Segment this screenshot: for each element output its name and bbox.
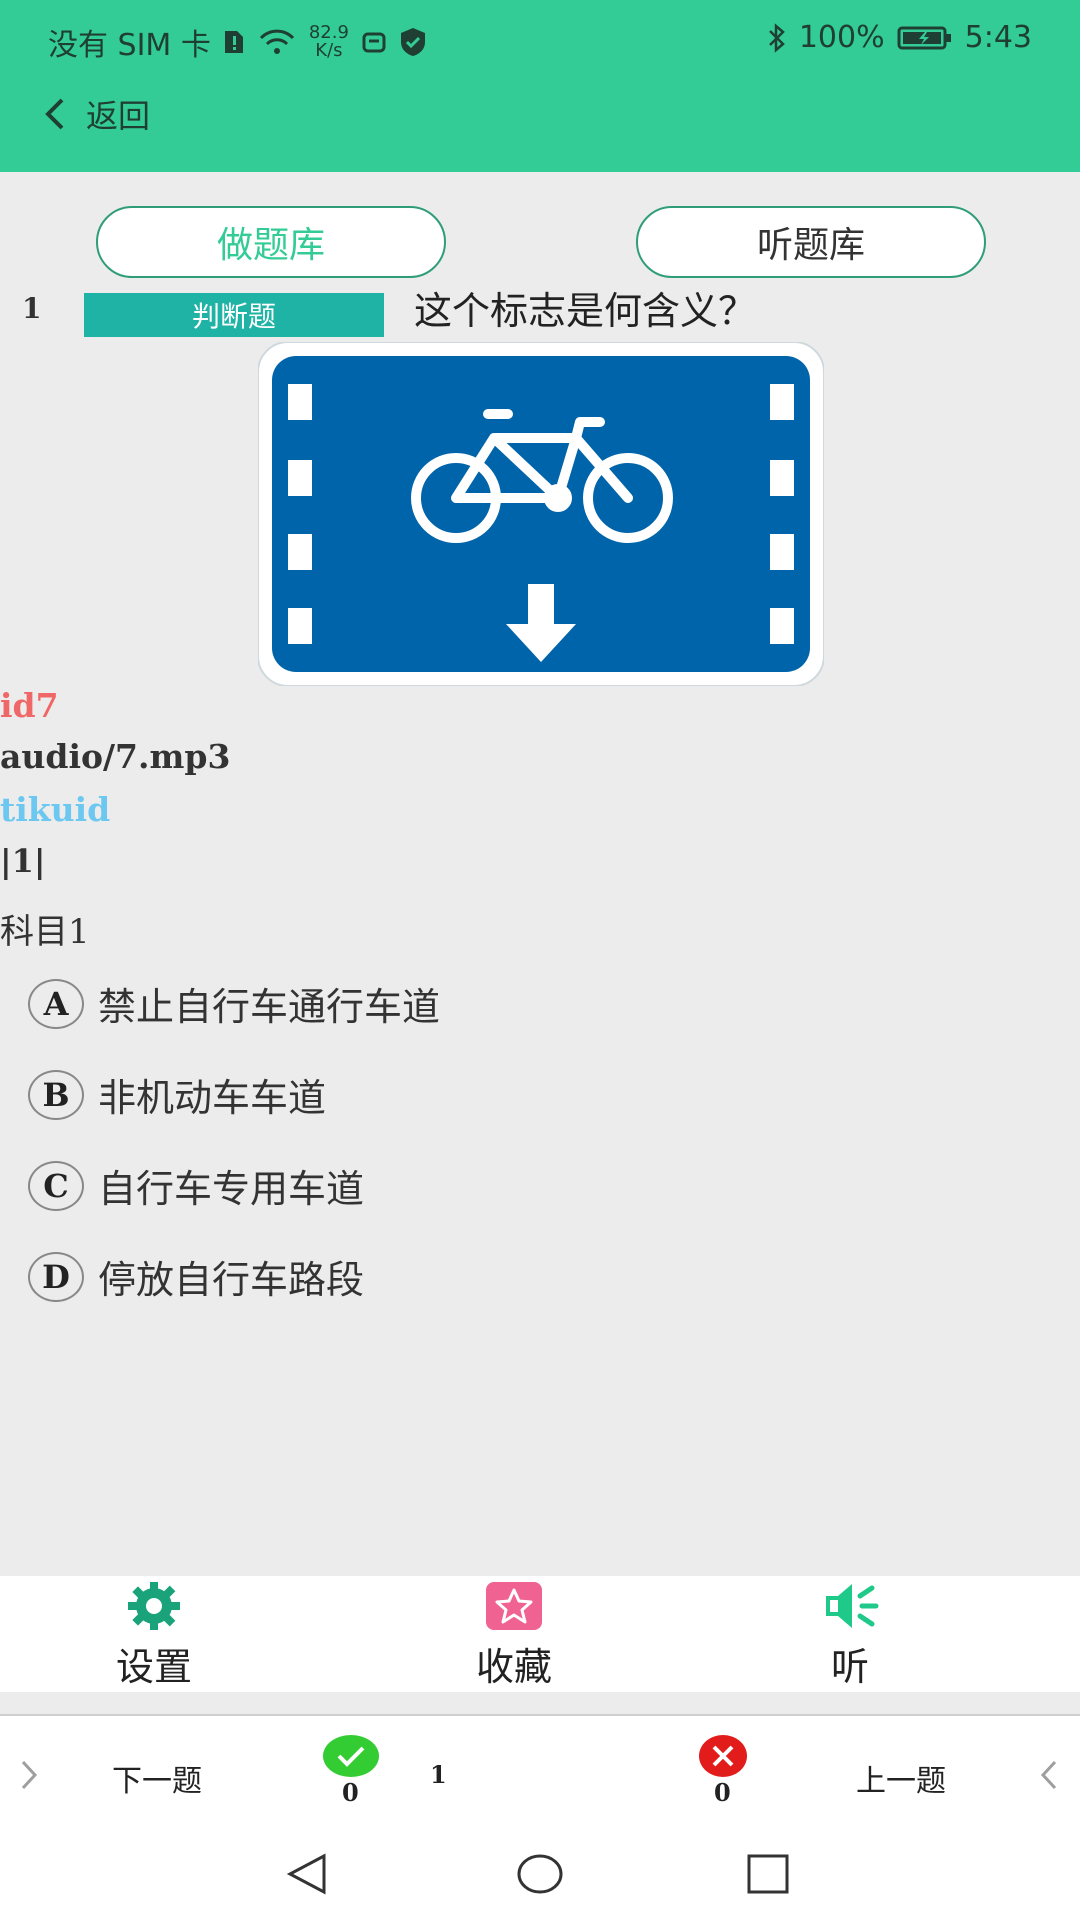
back-label: 返回 (86, 97, 151, 135)
current-question-index: 1 (430, 1760, 447, 1789)
option-d-key: D (28, 1251, 84, 1302)
previous-question-button[interactable]: 上一题 (856, 1756, 946, 1800)
question-type-badge: 判断题 (84, 293, 384, 337)
speed-unit: K/s (315, 40, 343, 61)
question-nav-bar: 下一题 0 1 0 上一题 (0, 1716, 1080, 1824)
chevron-right-icon[interactable] (18, 1758, 40, 1792)
battery-percent: 100% (798, 20, 885, 55)
correct-check-icon (323, 1735, 379, 1777)
tikuid-label: tikuid (0, 790, 111, 829)
option-a-label: 禁止自行车通行车道 (98, 985, 441, 1029)
system-recents-icon[interactable] (746, 1852, 790, 1896)
bottom-toolbar: 设置 收藏 听 (0, 1576, 1080, 1692)
network-speed: 82.9 K/s (309, 24, 349, 60)
option-c-key: C (28, 1160, 84, 1211)
favorite-button[interactable]: 收藏 (434, 1580, 594, 1691)
gear-icon (128, 1582, 180, 1630)
option-b[interactable]: B 非机动车车道 (28, 1067, 326, 1122)
carrier-text: 没有 SIM 卡 (48, 28, 211, 63)
sim-alert-icon (224, 31, 243, 53)
favorite-label: 收藏 (475, 1645, 552, 1689)
subject-label: 科目1 (0, 912, 90, 952)
audio-path: audio/7.mp3 (0, 737, 231, 776)
back-button[interactable]: 返回 (40, 90, 150, 138)
chevron-left-icon (45, 98, 64, 130)
option-d-label: 停放自行车路段 (98, 1258, 365, 1302)
tab-listen[interactable]: 听题库 (636, 206, 986, 278)
system-home-icon[interactable] (516, 1852, 564, 1896)
settings-label: 设置 (115, 1645, 192, 1689)
tab-practice-label: 做题库 (216, 225, 325, 266)
option-a[interactable]: A 禁止自行车通行车道 (28, 976, 440, 1031)
toolbar-separator (0, 1692, 1080, 1716)
bicycle-lane-sign-image (258, 342, 824, 686)
wifi-icon (259, 29, 294, 54)
tab-practice[interactable]: 做题库 (96, 206, 446, 278)
question-number: 1 (22, 292, 42, 325)
question-text: 这个标志是何含义？ (414, 289, 757, 333)
listen-button[interactable]: 听 (770, 1580, 930, 1691)
wrong-cross-icon (699, 1735, 747, 1777)
option-b-key: B (28, 1069, 84, 1120)
option-b-label: 非机动车车道 (98, 1076, 327, 1120)
answer-flag: |1| (0, 842, 46, 880)
question-id: id7 (0, 686, 59, 725)
app-notification-icon (362, 32, 386, 53)
correct-count: 0 (342, 1778, 359, 1807)
next-question-button[interactable]: 下一题 (112, 1756, 202, 1800)
option-d[interactable]: D 停放自行车路段 (28, 1249, 364, 1304)
clock: 5:43 (964, 20, 1032, 55)
speaker-icon (826, 1584, 879, 1628)
status-bar: 没有 SIM 卡 82.9 K/s 100% 5:43 (0, 0, 1080, 80)
listen-label: 听 (830, 1645, 869, 1689)
star-icon (486, 1582, 542, 1630)
chevron-left-icon[interactable] (1038, 1758, 1060, 1792)
tab-listen-label: 听题库 (756, 225, 865, 266)
option-c[interactable]: C 自行车专用车道 (28, 1158, 364, 1213)
option-c-label: 自行车专用车道 (98, 1167, 365, 1211)
wrong-count: 0 (714, 1778, 731, 1807)
system-back-icon[interactable] (284, 1852, 332, 1896)
battery-icon (897, 26, 951, 49)
settings-button[interactable]: 设置 (74, 1580, 234, 1691)
bluetooth-icon (768, 22, 785, 53)
option-a-key: A (28, 978, 84, 1029)
shield-icon (400, 28, 425, 56)
system-navigation-bar (0, 1824, 1080, 1920)
